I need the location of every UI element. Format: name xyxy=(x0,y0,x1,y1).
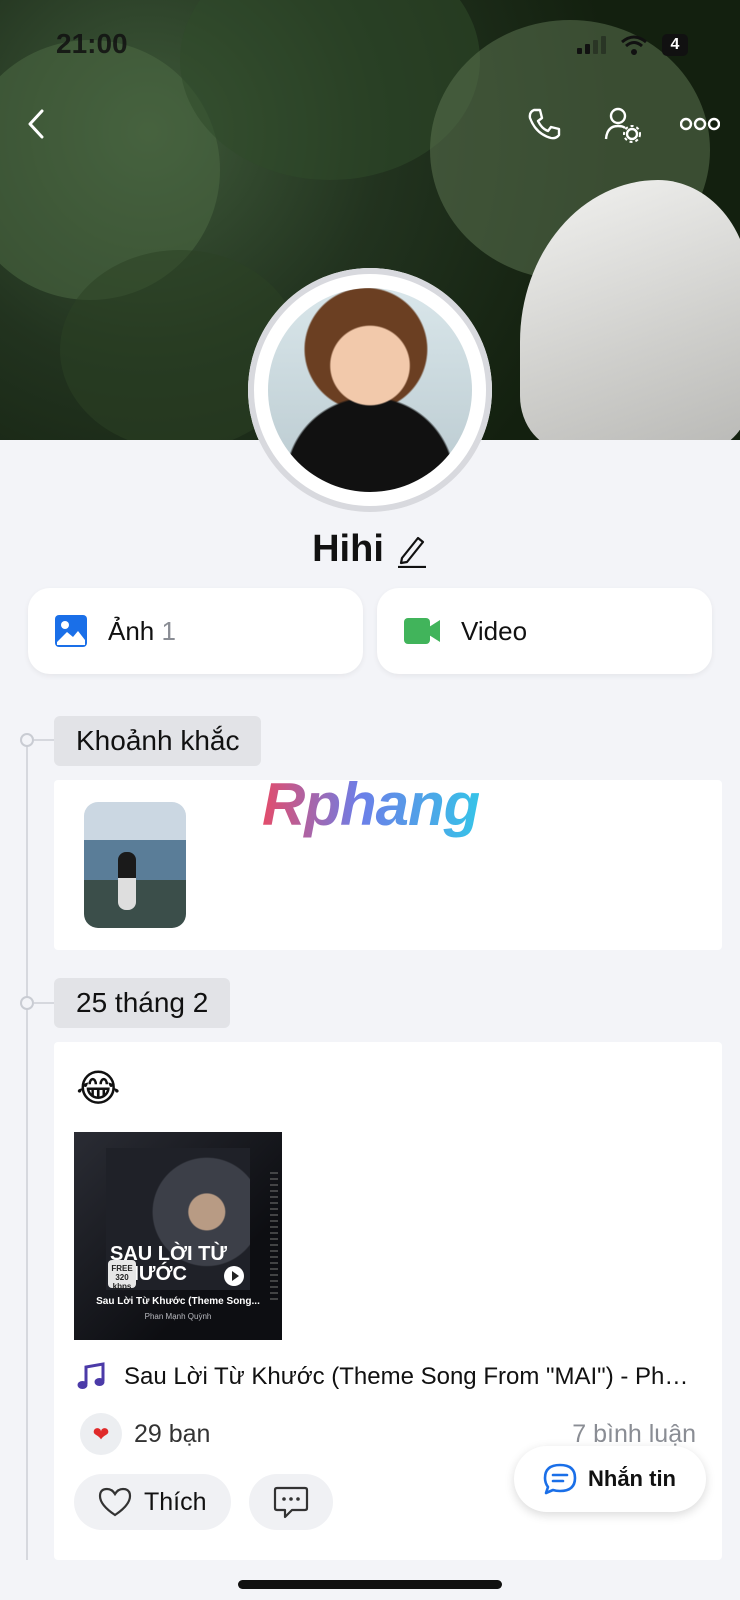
timeline-dot xyxy=(20,996,34,1010)
comments-count[interactable]: 7 bình luận xyxy=(572,1420,696,1449)
more-button[interactable] xyxy=(676,100,724,148)
song-title: Sau Lời Từ Khước (Theme Song From "MAI")… xyxy=(124,1363,689,1390)
post-emoji: 😂 xyxy=(76,1068,121,1110)
like-button[interactable]: Thích xyxy=(74,1474,231,1530)
image-icon xyxy=(55,615,87,647)
moments-label: Khoảnh khắc xyxy=(54,716,262,766)
like-label: Thích xyxy=(144,1487,207,1516)
comment-icon xyxy=(273,1486,308,1519)
call-button[interactable] xyxy=(520,100,568,148)
back-button[interactable] xyxy=(12,100,60,148)
user-settings-icon xyxy=(604,107,641,143)
heart-icon: ❤ xyxy=(80,1413,122,1455)
comment-button[interactable] xyxy=(248,1474,333,1530)
message-label: Nhắn tin xyxy=(588,1466,676,1491)
video-camera-icon xyxy=(404,618,440,644)
date-label: 25 tháng 2 xyxy=(54,978,231,1028)
actions-row: Thích xyxy=(74,1474,333,1530)
edit-icon[interactable] xyxy=(396,532,428,568)
profile-settings-button[interactable] xyxy=(598,100,646,148)
avatar xyxy=(268,288,472,492)
wifi-icon xyxy=(621,35,647,55)
avatar-frame[interactable] xyxy=(248,268,492,512)
album-song: Sau Lời Từ Khước (Theme Song... xyxy=(96,1296,260,1307)
videos-button[interactable]: Video xyxy=(377,588,712,674)
timeline-dot xyxy=(20,733,34,747)
message-button[interactable]: Nhắn tin xyxy=(514,1446,706,1512)
name-row: Hihi xyxy=(0,528,740,571)
battery-icon: 4 xyxy=(662,34,688,56)
home-indicator[interactable] xyxy=(238,1580,502,1589)
photos-button[interactable]: Ảnh 1 xyxy=(28,588,363,674)
music-note-icon xyxy=(77,1362,105,1389)
photos-label: Ảnh xyxy=(108,615,155,646)
chat-icon xyxy=(543,1463,577,1495)
timeline-connector xyxy=(34,739,54,741)
phone-icon xyxy=(528,108,561,140)
likes-count[interactable]: 29 bạn xyxy=(134,1420,210,1449)
media-row: Ảnh 1 Video xyxy=(28,588,712,674)
song-link[interactable]: Sau Lời Từ Khước (Theme Song From "MAI")… xyxy=(76,1362,696,1392)
status-time: 21:00 xyxy=(56,28,128,59)
timeline-line xyxy=(26,740,28,1560)
play-icon[interactable] xyxy=(224,1266,244,1286)
moment-thumbnail[interactable] xyxy=(84,802,186,928)
heart-outline-icon xyxy=(98,1487,132,1517)
profile-name: Hihi xyxy=(312,528,384,570)
timeline-connector xyxy=(34,1002,54,1004)
album-artist: Phan Mạnh Quỳnh xyxy=(144,1312,212,1321)
photos-count: 1 xyxy=(161,615,176,646)
more-icon xyxy=(680,117,720,131)
album-cover[interactable]: SAU LỜI TỪ KHƯỚC FREE 320 kbps Sau Lời T… xyxy=(74,1132,282,1340)
chevron-left-icon xyxy=(28,109,44,139)
watermark: Rphang xyxy=(262,771,480,838)
kbps-badge: FREE 320 kbps xyxy=(108,1260,136,1291)
signal-icon xyxy=(577,36,606,54)
status-bar: 21:00 4 xyxy=(0,28,740,68)
top-bar xyxy=(0,100,740,152)
videos-label: Video xyxy=(461,615,528,646)
